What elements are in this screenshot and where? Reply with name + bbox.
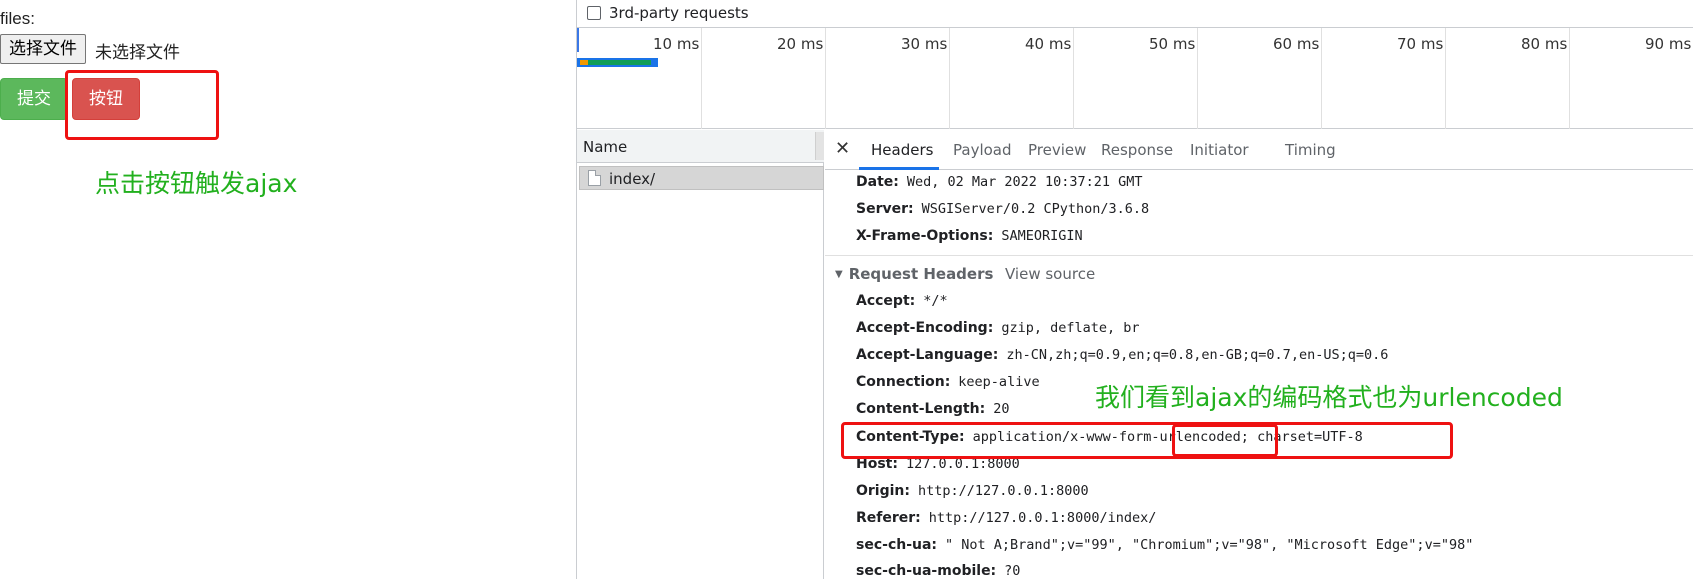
- timeline-tick-label: 90 ms: [1645, 35, 1692, 53]
- timeline-gridline: [1197, 28, 1198, 129]
- annotation-click-button: 点击按钮触发ajax: [95, 169, 298, 198]
- request-details: ✕ Headers Payload Preview Response Initi…: [825, 130, 1693, 579]
- annotation-urlencoded: 我们看到ajax的编码格式也为urlencoded: [1095, 383, 1563, 412]
- timeline-start-marker: [577, 28, 579, 52]
- timeline-gridline: [1073, 28, 1074, 129]
- header-key: Accept:: [856, 293, 916, 309]
- response-header-row: X-Frame-Options: SAMEORIGIN: [856, 228, 1083, 244]
- header-value: gzip, deflate, br: [1001, 320, 1140, 336]
- header-key: Content-Length:: [856, 401, 986, 417]
- view-source-link[interactable]: View source: [1005, 265, 1095, 283]
- timeline-tick-label: 40 ms: [1025, 35, 1072, 53]
- header-value: http://127.0.0.1:8000/index/: [928, 510, 1157, 526]
- request-header-row: Connection: keep-alive: [856, 374, 1040, 390]
- waterfall-bar-index[interactable]: [577, 58, 658, 67]
- request-row-index[interactable]: index/: [579, 166, 824, 190]
- header-value: 127.0.0.1:8000: [905, 456, 1020, 472]
- request-header-row: Accept: */*: [856, 293, 948, 309]
- header-key: Content-Type:: [856, 429, 965, 445]
- header-value: SAMEORIGIN: [1001, 228, 1083, 244]
- timeline-tick-label: 80 ms: [1521, 35, 1568, 53]
- header-value: 20: [993, 401, 1010, 417]
- header-key: Connection:: [856, 374, 951, 390]
- tab-initiator[interactable]: Initiator: [1190, 141, 1249, 159]
- tab-timing[interactable]: Timing: [1285, 141, 1336, 159]
- request-header-row: Accept-Language: zh-CN,zh;q=0.9,en;q=0.8,…: [856, 347, 1388, 363]
- timeline-gridline: [701, 28, 702, 129]
- header-key: Referer:: [856, 510, 921, 526]
- column-resizer[interactable]: [815, 132, 824, 160]
- timeline-gridline: [949, 28, 950, 129]
- request-header-row: Origin: http://127.0.0.1:8000: [856, 483, 1089, 499]
- timeline-gridline: [1569, 28, 1570, 129]
- timeline-tick-label: 20 ms: [777, 35, 824, 53]
- timeline-tick-label: 50 ms: [1149, 35, 1196, 53]
- timeline-tick-label: 30 ms: [901, 35, 948, 53]
- tab-response[interactable]: Response: [1101, 141, 1173, 159]
- waterfall-segment-queue: [580, 60, 588, 65]
- request-header-row: sec-ch-ua-mobile: ?0: [856, 563, 1020, 579]
- header-value: */*: [923, 293, 948, 309]
- header-value: Wed, 02 Mar 2022 10:37:21 GMT: [906, 174, 1143, 190]
- timeline-tick-label: 10 ms: [653, 35, 700, 53]
- active-tab-indicator: [859, 167, 939, 170]
- no-file-selected-text: 未选择文件: [95, 43, 180, 63]
- request-header-row-content-type: Content-Type: application/x-www-form-urle…: [856, 429, 1363, 445]
- header-key: Host:: [856, 456, 898, 472]
- waterfall-segment-download: [588, 60, 651, 65]
- header-value: keep-alive: [958, 374, 1040, 390]
- request-header-row: Content-Length: 20: [856, 401, 1009, 417]
- header-value: zh-CN,zh;q=0.9,en;q=0.8,en-GB;q=0.7,en-U…: [1006, 347, 1389, 363]
- header-key: Accept-Language:: [856, 347, 999, 363]
- triangle-down-icon: ▼: [835, 269, 843, 280]
- request-header-row: sec-ch-ua: " Not A;Brand";v="99", "Chromi…: [856, 537, 1473, 553]
- timeline-gridline: [825, 28, 826, 129]
- submit-button[interactable]: 提交: [0, 78, 68, 120]
- header-key: Origin:: [856, 483, 910, 499]
- header-value: application/x-www-form-urlencoded; chars…: [972, 429, 1363, 445]
- third-party-checkbox[interactable]: [587, 6, 601, 20]
- request-header-row: Host: 127.0.0.1:8000: [856, 456, 1020, 472]
- name-header-label: Name: [583, 138, 628, 156]
- request-headers-title: Request Headers: [848, 265, 994, 283]
- third-party-requests-row: 3rd-party requests: [577, 0, 1693, 27]
- request-name: index/: [609, 170, 656, 188]
- ajax-button[interactable]: 按钮: [72, 78, 140, 120]
- web-page-pane: files: 选择文件 未选择文件 提交 按钮 点击按钮触发ajax: [0, 0, 576, 579]
- network-overview-timeline[interactable]: 10 ms 20 ms 30 ms 40 ms 50 ms 60 ms 70 ms 80 ms…: [577, 27, 1693, 129]
- third-party-label: 3rd-party requests: [609, 4, 749, 22]
- header-value: " Not A;Brand";v="99", "Chromium";v="98"…: [945, 537, 1474, 553]
- header-value: WSGIServer/0.2 CPython/3.6.8: [921, 201, 1150, 217]
- timeline-tick-label: 70 ms: [1397, 35, 1444, 53]
- header-key: X-Frame-Options:: [856, 228, 994, 244]
- header-key: Accept-Encoding:: [856, 320, 994, 336]
- tab-headers[interactable]: Headers: [871, 141, 933, 159]
- tab-preview[interactable]: Preview: [1028, 141, 1086, 159]
- choose-file-button[interactable]: 选择文件: [0, 34, 86, 64]
- section-divider: [825, 255, 1693, 256]
- timeline-tick-label: 60 ms: [1273, 35, 1320, 53]
- request-list: Name index/: [577, 130, 824, 579]
- header-key: Date:: [856, 174, 899, 190]
- header-value: http://127.0.0.1:8000: [918, 483, 1089, 499]
- devtools-network-panel: 3rd-party requests 10 ms 20 ms 30 ms 40 ms 5…: [576, 0, 1693, 579]
- header-key: sec-ch-ua:: [856, 537, 938, 553]
- response-header-row: Server: WSGIServer/0.2 CPython/3.6.8: [856, 201, 1149, 217]
- timeline-gridline: [1321, 28, 1322, 129]
- header-key: Server:: [856, 201, 914, 217]
- response-header-row: Date: Wed, 02 Mar 2022 10:37:21 GMT: [856, 174, 1143, 190]
- request-header-row: Referer: http://127.0.0.1:8000/index/: [856, 510, 1156, 526]
- request-headers-section-toggle[interactable]: ▼ Request Headers: [835, 265, 993, 283]
- request-header-row: Accept-Encoding: gzip, deflate, br: [856, 320, 1139, 336]
- timeline-gridline: [1445, 28, 1446, 129]
- name-column-header[interactable]: Name: [577, 130, 824, 163]
- header-key: sec-ch-ua-mobile:: [856, 563, 997, 579]
- details-tabbar: ✕ Headers Payload Preview Response Initi…: [825, 130, 1693, 170]
- close-icon[interactable]: ✕: [835, 138, 850, 159]
- header-value: ?0: [1004, 563, 1021, 579]
- tab-payload[interactable]: Payload: [953, 141, 1012, 159]
- files-label: files:: [0, 9, 35, 28]
- document-icon: [588, 170, 601, 186]
